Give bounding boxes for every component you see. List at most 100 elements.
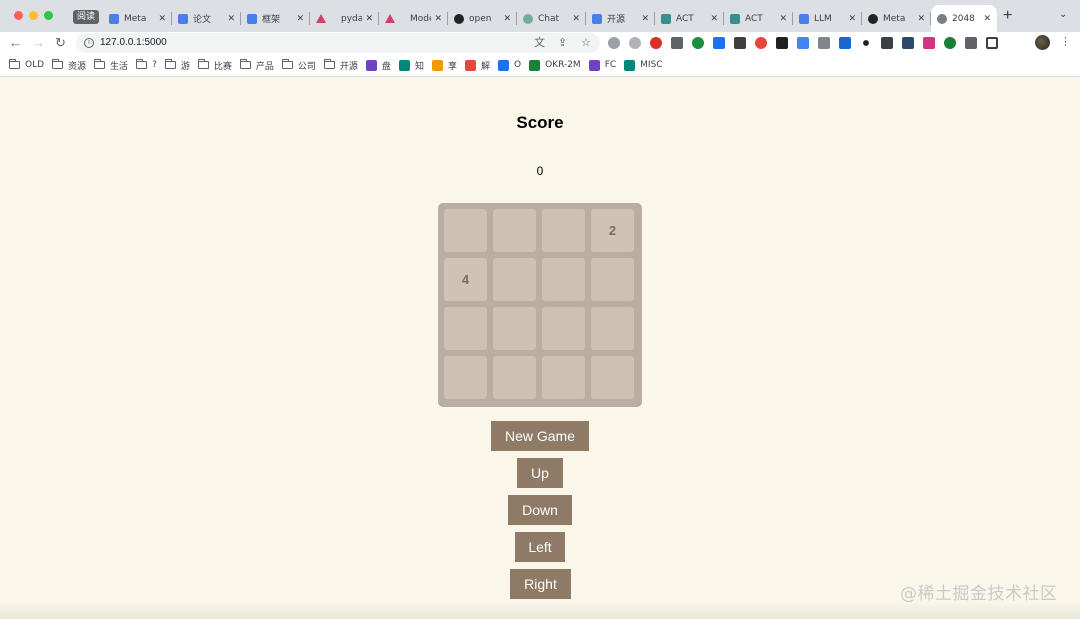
tab-close-icon[interactable]: ✕ xyxy=(983,14,991,24)
bookmark-label: MISC xyxy=(640,60,663,70)
browser-tab[interactable]: LLM ✕ xyxy=(793,5,862,32)
adblock-icon[interactable] xyxy=(755,37,767,49)
bookmarks-bar: OLD 资源 生活? 游 比赛 产品 公司 开源 盘 知 享 解 O OKR-2M FC MISC xyxy=(0,54,1080,77)
extension-icon[interactable] xyxy=(860,37,872,49)
bookmark-label: 盘 xyxy=(381,61,391,72)
translate-extension-icon[interactable] xyxy=(797,37,809,49)
board-cell-empty xyxy=(493,258,536,301)
translate-icon[interactable]: 文 xyxy=(534,36,545,50)
tab-close-icon[interactable]: ✕ xyxy=(917,14,925,24)
tab-close-icon[interactable]: ✕ xyxy=(779,14,787,24)
tab-group-label[interactable]: 阅读 xyxy=(73,10,100,24)
left-button[interactable]: Left xyxy=(515,532,565,562)
more-menu-icon[interactable]: ⋮ xyxy=(1060,35,1071,48)
browser-toolbar: ← → ↻ i 127.0.0.1:5000 文 ⇪ ☆ ⋮ xyxy=(0,32,1080,54)
extension-icon[interactable] xyxy=(839,37,851,49)
act-icon xyxy=(661,13,671,24)
new-game-button[interactable]: New Game xyxy=(491,421,589,451)
bookmark-item[interactable]: 游 xyxy=(164,59,190,72)
browser-tab[interactable]: 论文 ✕ xyxy=(172,5,241,32)
triangle-logo-icon xyxy=(316,14,326,23)
bookmark-item[interactable]: 盘 xyxy=(365,59,391,72)
doc-icon xyxy=(109,13,119,24)
browser-tab[interactable]: Meta ✕ xyxy=(862,5,931,32)
bookmark-item[interactable]: 知 xyxy=(398,59,424,72)
reload-icon[interactable]: ↻ xyxy=(55,34,66,52)
browser-tab[interactable]: ACT ✕ xyxy=(724,5,793,32)
qr-code-icon[interactable] xyxy=(671,37,683,49)
bookmark-item[interactable]: O xyxy=(497,59,521,71)
extension-icon[interactable] xyxy=(692,37,704,49)
bookmark-item[interactable]: 开源 xyxy=(323,59,358,72)
tab-close-icon[interactable]: ✕ xyxy=(641,14,649,24)
tab-close-icon[interactable]: ✕ xyxy=(434,14,442,24)
bookmark-item[interactable]: 比赛 xyxy=(197,59,232,72)
puzzle-extensions-icon[interactable] xyxy=(965,37,977,49)
new-tab-button[interactable]: + xyxy=(1003,8,1012,24)
bookmark-item[interactable]: 生活 xyxy=(94,59,128,72)
extension-new-icon[interactable] xyxy=(713,37,725,49)
bookmark-item[interactable]: FC xyxy=(588,59,616,71)
minimize-window-button[interactable] xyxy=(29,11,38,20)
back-arrow-icon[interactable]: ← xyxy=(9,34,22,52)
address-bar[interactable]: i 127.0.0.1:5000 文 ⇪ ☆ xyxy=(76,33,600,53)
folder-icon xyxy=(323,59,335,69)
browser-tab[interactable]: 框架 ✕ xyxy=(241,5,310,32)
folder-icon xyxy=(164,59,176,69)
board-cell-empty xyxy=(542,356,585,399)
board-cell-empty xyxy=(542,209,585,252)
bookmark-item[interactable]: 资源 xyxy=(52,59,86,72)
extension-icon[interactable] xyxy=(881,37,893,49)
extension-icon[interactable] xyxy=(776,37,788,49)
bookmark-item[interactable]: MISC xyxy=(624,59,663,71)
extension-icon[interactable] xyxy=(734,37,746,49)
bookmark-item[interactable]: ? xyxy=(136,59,157,70)
browser-tab[interactable]: Chat ✕ xyxy=(517,5,586,32)
extension-icon[interactable] xyxy=(902,37,914,49)
browser-tab[interactable]: 开源 ✕ xyxy=(586,5,655,32)
url-text[interactable]: 127.0.0.1:5000 xyxy=(100,37,167,48)
browser-tab[interactable]: pydan✕ xyxy=(310,5,379,32)
extension-icon[interactable] xyxy=(923,37,935,49)
doc-icon xyxy=(247,13,257,24)
up-button[interactable]: Up xyxy=(517,458,563,488)
tab-close-icon[interactable]: ✕ xyxy=(227,14,235,24)
tab-close-icon[interactable]: ✕ xyxy=(365,14,373,24)
bookmark-star-icon[interactable]: ☆ xyxy=(581,36,591,50)
extension-icon[interactable] xyxy=(818,37,830,49)
tab-close-icon[interactable]: ✕ xyxy=(848,14,856,24)
bookmark-item[interactable]: 产品 xyxy=(239,59,274,72)
browser-tab[interactable]: 2048 ✕ xyxy=(931,5,997,32)
site-info-icon[interactable]: i xyxy=(84,38,94,48)
browser-tab[interactable]: Meta ✕ xyxy=(103,5,172,32)
tab-search-chevron-icon[interactable]: ⌄ xyxy=(1059,9,1067,20)
right-button[interactable]: Right xyxy=(510,569,571,599)
bookmark-item[interactable]: OLD xyxy=(9,59,44,70)
bookmark-item[interactable]: 享 xyxy=(431,59,457,72)
profile-avatar[interactable] xyxy=(1035,35,1050,50)
tab-title: open xyxy=(469,13,492,24)
bookmark-item[interactable]: 解 xyxy=(464,59,490,72)
down-button[interactable]: Down xyxy=(508,495,572,525)
browser-tab[interactable]: open ✕ xyxy=(448,5,517,32)
extensions-row xyxy=(608,36,1007,50)
bookmark-item[interactable]: OKR-2M xyxy=(529,59,581,71)
tab-close-icon[interactable]: ✕ xyxy=(503,14,511,24)
tab-close-icon[interactable]: ✕ xyxy=(572,14,580,24)
tab-close-icon[interactable]: ✕ xyxy=(710,14,718,24)
extension-icon[interactable] xyxy=(629,37,641,49)
board-cell-empty xyxy=(542,307,585,350)
close-window-button[interactable] xyxy=(14,11,23,20)
tab-close-icon[interactable]: ✕ xyxy=(296,14,304,24)
side-panel-icon[interactable] xyxy=(986,37,998,49)
forward-arrow-icon[interactable]: → xyxy=(32,34,45,52)
bookmark-item[interactable]: 公司 xyxy=(281,59,316,72)
tab-close-icon[interactable]: ✕ xyxy=(158,14,166,24)
browser-tab[interactable]: ACT ✕ xyxy=(655,5,724,32)
extension-icon[interactable] xyxy=(944,37,956,49)
extension-icon[interactable] xyxy=(650,37,662,49)
maximize-window-button[interactable] xyxy=(44,11,53,20)
browser-tab[interactable]: Mode✕ xyxy=(379,5,448,32)
extension-icon[interactable] xyxy=(608,37,620,49)
share-icon[interactable]: ⇪ xyxy=(558,36,567,50)
